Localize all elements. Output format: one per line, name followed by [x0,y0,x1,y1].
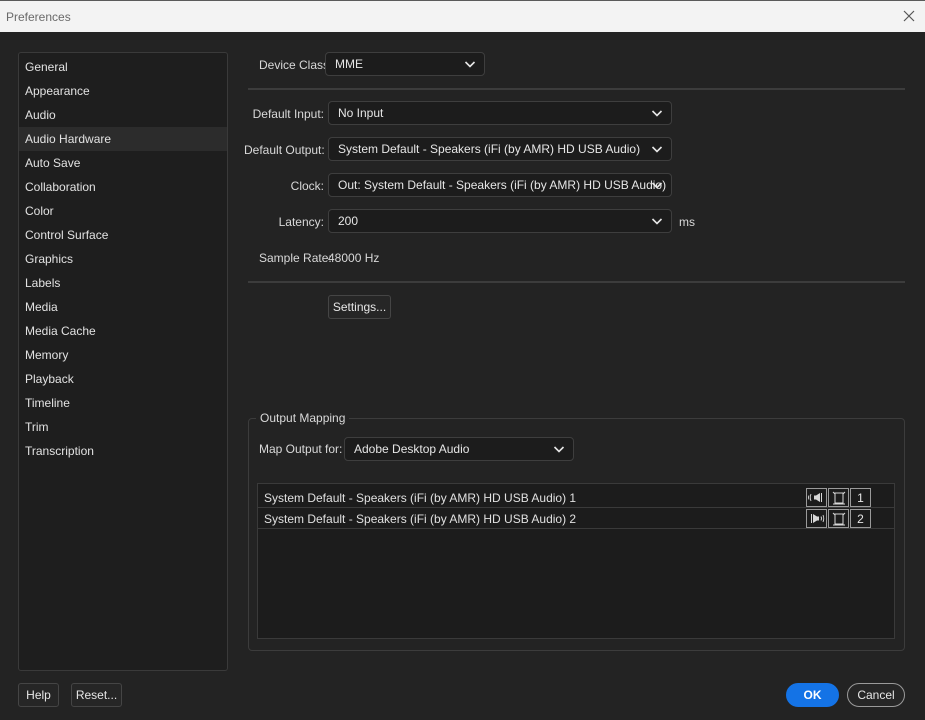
device-class-label: Device Class: [259,58,333,72]
sidebar-item-color[interactable]: Color [19,199,227,223]
settings-button[interactable]: Settings... [328,295,391,319]
output-mapping-table: System Default - Speakers (iFi (by AMR) … [257,483,895,639]
sidebar-item-general[interactable]: General [19,55,227,79]
help-button[interactable]: Help [18,683,59,707]
speaker-cabinet-icon[interactable] [828,488,849,507]
sample-rate-value: 48000 Hz [328,251,380,265]
default-input-value: No Input [338,106,384,120]
sidebar-item-appearance[interactable]: Appearance [19,79,227,103]
chevron-down-icon [651,110,663,117]
clock-dropdown[interactable]: Out: System Default - Speakers (iFi (by … [328,173,672,197]
preferences-category-list: General Appearance Audio Audio Hardware … [18,52,228,671]
chevron-down-icon [651,218,663,225]
sidebar-item-collaboration[interactable]: Collaboration [19,175,227,199]
channel-number[interactable]: 1 [850,488,871,507]
device-class-dropdown[interactable]: MME [325,52,485,76]
sidebar-item-memory[interactable]: Memory [19,343,227,367]
chevron-down-icon [553,446,565,453]
map-output-value: Adobe Desktop Audio [354,442,470,456]
device-class-value: MME [335,57,363,71]
output-mapping-title: Output Mapping [256,411,350,425]
latency-label: Latency: [278,215,324,229]
default-output-dropdown[interactable]: System Default - Speakers (iFi (by AMR) … [328,137,672,161]
latency-unit: ms [679,215,695,229]
default-input-dropdown[interactable]: No Input [328,101,672,125]
chevron-down-icon [651,146,663,153]
sidebar-item-control-surface[interactable]: Control Surface [19,223,227,247]
default-output-label: Default Output: [244,143,325,157]
map-output-label: Map Output for: [259,442,343,456]
default-input-label: Default Input: [252,107,324,121]
speaker-left-icon[interactable] [806,488,827,507]
chevron-down-icon [651,182,663,189]
latency-dropdown[interactable]: 200 [328,209,672,233]
sidebar-item-auto-save[interactable]: Auto Save [19,151,227,175]
cancel-button[interactable]: Cancel [847,683,905,707]
output-channel-name: System Default - Speakers (iFi (by AMR) … [264,512,577,526]
map-output-dropdown[interactable]: Adobe Desktop Audio [344,437,574,461]
sample-rate-label: Sample Rate: [259,251,332,265]
reset-button[interactable]: Reset... [71,683,122,707]
table-row[interactable]: System Default - Speakers (iFi (by AMR) … [258,508,894,529]
default-output-value: System Default - Speakers (iFi (by AMR) … [338,142,641,156]
sidebar-item-audio-hardware[interactable]: Audio Hardware [19,127,227,151]
sidebar-item-media-cache[interactable]: Media Cache [19,319,227,343]
sidebar-item-playback[interactable]: Playback [19,367,227,391]
sidebar-item-audio[interactable]: Audio [19,103,227,127]
window-title: Preferences [6,10,71,24]
sidebar-item-trim[interactable]: Trim [19,415,227,439]
chevron-down-icon [464,61,476,68]
output-channel-name: System Default - Speakers (iFi (by AMR) … [264,491,577,505]
ok-button[interactable]: OK [786,683,839,707]
sidebar-item-transcription[interactable]: Transcription [19,439,227,463]
section-divider [248,88,905,90]
sidebar-item-labels[interactable]: Labels [19,271,227,295]
clock-value: Out: System Default - Speakers (iFi (by … [338,178,667,192]
close-icon[interactable] [899,6,919,26]
speaker-right-icon[interactable] [806,509,827,528]
sidebar-item-graphics[interactable]: Graphics [19,247,227,271]
clock-label: Clock: [290,179,324,193]
title-bar: Preferences [0,0,925,32]
channel-number[interactable]: 2 [850,509,871,528]
table-row[interactable]: System Default - Speakers (iFi (by AMR) … [258,487,894,508]
sidebar-item-media[interactable]: Media [19,295,227,319]
section-divider [248,281,905,283]
speaker-cabinet-icon[interactable] [828,509,849,528]
latency-value: 200 [338,214,359,228]
sidebar-item-timeline[interactable]: Timeline [19,391,227,415]
